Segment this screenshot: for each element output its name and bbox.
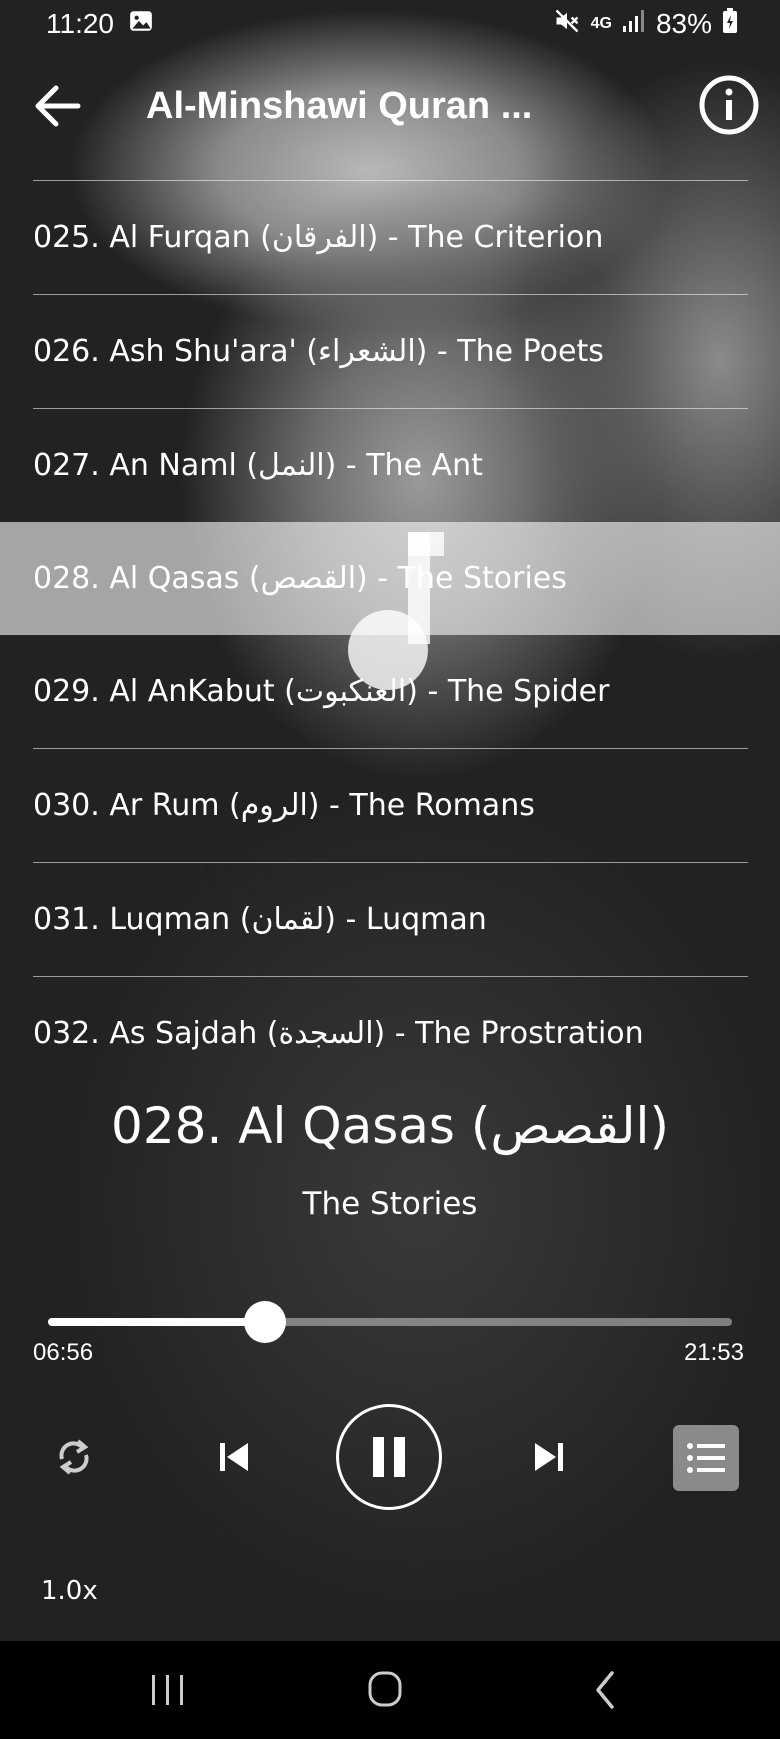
info-icon[interactable] <box>698 74 760 136</box>
track-label: 032. As Sajdah (السجدة) - The Prostratio… <box>33 1016 644 1051</box>
track-item[interactable]: 025. Al Furqan (الفرقان) - The Criterion <box>0 181 780 294</box>
music-note-icon <box>332 532 444 692</box>
now-playing-title: 028. Al Qasas (القصص) <box>111 1097 669 1155</box>
track-item[interactable]: 027. An Naml (النمل) - The Ant <box>0 409 780 522</box>
track-label: 029. Al AnKabut (العنكبوت) - The Spider <box>33 674 610 709</box>
elapsed-time: 06:56 <box>33 1339 94 1366</box>
status-bar: 11:20 4G 83% <box>0 0 780 48</box>
seek-progress <box>48 1318 266 1326</box>
now-playing-subtitle: The Stories <box>302 1186 478 1222</box>
status-time: 11:20 <box>46 8 114 39</box>
mute-icon <box>553 7 581 42</box>
seek-thumb[interactable] <box>244 1301 287 1343</box>
playback-speed[interactable]: 1.0x <box>41 1576 98 1606</box>
signal-icon <box>622 8 646 41</box>
seek-bar[interactable] <box>48 1301 732 1343</box>
pause-icon[interactable] <box>336 1404 442 1510</box>
total-time: 21:53 <box>683 1339 744 1366</box>
skip-next-icon[interactable] <box>521 1429 577 1485</box>
track-label: 031. Luqman (لقمان) - Luqman <box>33 902 487 937</box>
track-label: 030. Ar Rum (الروم) - The Romans <box>33 788 535 823</box>
image-icon <box>128 8 154 41</box>
skip-previous-icon[interactable] <box>206 1429 262 1485</box>
now-playing: 028. Al Qasas (القصص) The Stories <box>0 1096 780 1224</box>
track-label: 026. Ash Shu'ara' (الشعراء) - The Poets <box>33 334 604 369</box>
battery-icon <box>722 7 738 41</box>
app-title: Al-Minshawi Quran ... <box>146 85 533 127</box>
track-label: 028. Al Qasas (القصص) - The Stories <box>33 561 567 596</box>
track-item[interactable]: 031. Luqman (لقمان) - Luqman <box>0 863 780 976</box>
repeat-icon[interactable] <box>48 1431 100 1483</box>
track-item[interactable]: 026. Ash Shu'ara' (الشعراء) - The Poets <box>0 295 780 408</box>
system-nav-bar <box>0 1641 780 1739</box>
recent-apps-icon[interactable] <box>138 1663 198 1717</box>
battery-percent: 83% <box>655 8 712 39</box>
back-icon[interactable] <box>576 1663 636 1717</box>
playlist-icon[interactable] <box>673 1425 739 1491</box>
network-type: 4G <box>590 15 612 32</box>
track-label: 027. An Naml (النمل) - The Ant <box>33 448 483 483</box>
app-bar: Al-Minshawi Quran ... <box>0 56 780 156</box>
back-arrow-icon[interactable] <box>30 78 86 134</box>
home-icon[interactable] <box>356 1663 416 1717</box>
track-label: 025. Al Furqan (الفرقان) - The Criterion <box>33 220 604 255</box>
track-item[interactable]: 030. Ar Rum (الروم) - The Romans <box>0 749 780 862</box>
track-item[interactable]: 032. As Sajdah (السجدة) - The Prostratio… <box>0 977 780 1090</box>
